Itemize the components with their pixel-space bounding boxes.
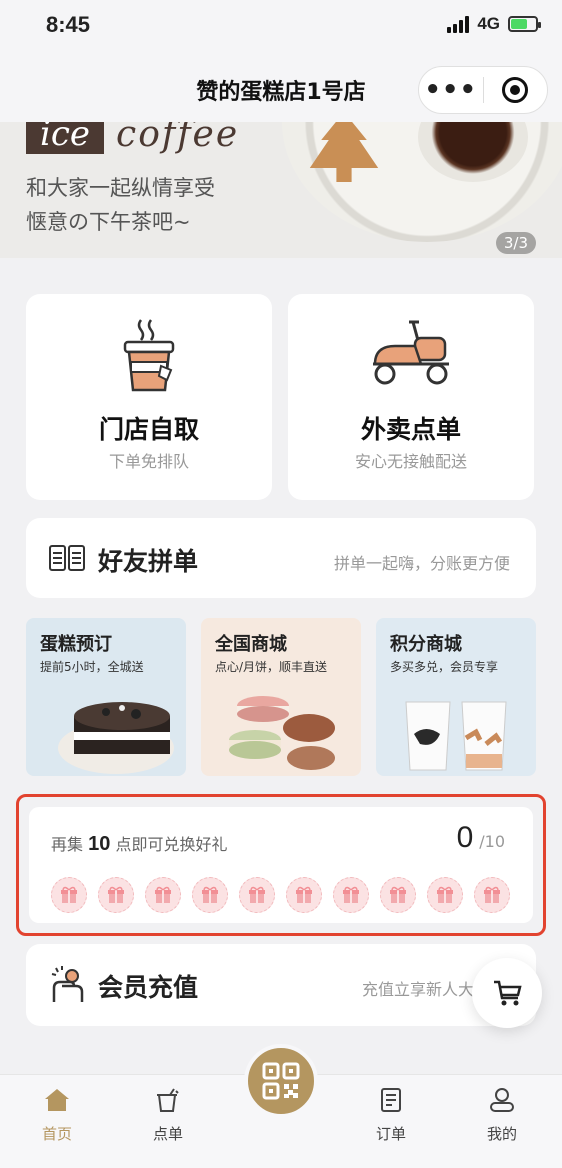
macarons-image xyxy=(229,696,335,770)
banner-brand-coffee: coffee xyxy=(116,122,240,155)
gift-slot xyxy=(239,877,275,913)
group-order-card[interactable]: 好友拼单 拼单一起嗨，分账更方便 xyxy=(26,518,536,598)
stamp-slots xyxy=(51,877,510,913)
cake-booking-subtitle: 提前5小时，全城送 xyxy=(40,660,144,674)
pickup-title: 门店自取 xyxy=(98,415,199,444)
points-hint-prefix: 再集 xyxy=(51,835,84,854)
points-current: 0 xyxy=(456,821,474,854)
cat-mugs-image xyxy=(405,701,507,771)
gift-icon xyxy=(108,886,124,903)
status-indicators: 4G xyxy=(447,14,541,34)
home-icon xyxy=(45,1089,69,1111)
banner-brand-ice: ice xyxy=(26,122,105,154)
tab-order[interactable]: 点单 xyxy=(133,1087,203,1144)
tab-orders[interactable]: 订单 xyxy=(356,1087,426,1144)
gift-icon xyxy=(390,886,406,903)
tab-home[interactable]: 首页 xyxy=(22,1087,92,1144)
cake-booking-title: 蛋糕预订 xyxy=(40,634,112,655)
gift-icon xyxy=(484,886,500,903)
points-hint-suffix: 点即可兑换好礼 xyxy=(115,835,228,854)
promo-banner[interactable]: ice coffee 和大家一起纵情享受 惬意の下午茶吧~ 3/3 xyxy=(0,122,562,258)
gift-icon xyxy=(61,886,77,903)
delivery-card[interactable]: 外卖点单 安心无接触配送 xyxy=(288,294,534,500)
group-order-desc: 拼单一起嗨，分账更方便 xyxy=(333,554,510,573)
gift-icon xyxy=(249,886,265,903)
close-miniprogram-button[interactable] xyxy=(484,77,548,103)
banner-line-2: 惬意の下午茶吧~ xyxy=(26,210,191,234)
gift-slot xyxy=(192,877,228,913)
tab-orders-label: 订单 xyxy=(375,1125,406,1143)
gift-slot xyxy=(474,877,510,913)
national-mall-title: 全国商城 xyxy=(215,634,287,655)
tab-order-label: 点单 xyxy=(152,1125,183,1143)
coffee-cup-icon xyxy=(121,316,177,398)
scooter-icon xyxy=(369,316,453,392)
scan-qr-button[interactable] xyxy=(244,1044,318,1118)
delivery-title: 外卖点单 xyxy=(360,415,461,444)
signal-icon xyxy=(447,15,470,33)
receipt-icon xyxy=(381,1088,401,1112)
more-options-icon[interactable]: ••• xyxy=(419,77,483,103)
national-mall-subtitle: 点心/月饼，顺丰直送 xyxy=(215,660,328,674)
delivery-subtitle: 安心无接触配送 xyxy=(354,452,467,471)
gift-slot xyxy=(333,877,369,913)
tab-profile[interactable]: 我的 xyxy=(467,1087,537,1144)
tab-profile-label: 我的 xyxy=(486,1125,517,1143)
network-type: 4G xyxy=(477,14,500,33)
cart-icon xyxy=(494,980,522,1006)
points-hint: 再集 10 点即可兑换好礼 xyxy=(51,831,227,856)
points-total: /10 xyxy=(479,832,505,851)
banner-pager: 3/3 xyxy=(495,232,536,254)
gift-icon xyxy=(155,886,171,903)
cake-booking-tile[interactable]: 蛋糕预订 提前5小时，全城送 xyxy=(26,618,186,776)
points-card[interactable]: 再集 10 点即可兑换好礼 0 /10 xyxy=(29,807,533,923)
points-highlight-frame: 再集 10 点即可兑换好礼 0 /10 xyxy=(16,794,546,936)
membership-card[interactable]: 会员充值 充值立享新人大 xyxy=(26,944,536,1026)
points-counter: 0 /10 xyxy=(457,821,505,855)
status-bar: 8:45 4G xyxy=(0,0,562,56)
floating-cart-button[interactable] xyxy=(472,958,542,1028)
navigation-bar: 赞的蛋糕店1号店 ••• xyxy=(0,56,562,122)
points-hint-number: 10 xyxy=(88,833,111,855)
gift-slot xyxy=(145,877,181,913)
banner-line-1: 和大家一起纵情享受 xyxy=(26,176,215,200)
membership-desc: 充值立享新人大 xyxy=(361,980,474,999)
national-mall-tile[interactable]: 全国商城 点心/月饼，顺丰直送 xyxy=(201,618,361,776)
gift-slot xyxy=(286,877,322,913)
target-icon xyxy=(502,77,529,103)
profile-icon xyxy=(490,1088,514,1112)
gift-icon xyxy=(437,886,453,903)
miniprogram-capsule: ••• xyxy=(418,66,548,114)
banner-brand: ice coffee xyxy=(26,122,239,155)
group-order-label: 好友拼单 xyxy=(98,547,199,576)
qr-code-icon xyxy=(262,1062,300,1100)
hand-coins-icon xyxy=(48,964,86,1008)
gift-slot xyxy=(98,877,134,913)
points-mall-tile[interactable]: 积分商城 多买多兑，会员专享 xyxy=(376,618,536,776)
battery-icon xyxy=(508,16,541,32)
cake-image xyxy=(58,702,174,774)
gift-slot xyxy=(380,877,416,913)
status-time: 8:45 xyxy=(46,12,91,37)
tab-home-label: 首页 xyxy=(41,1125,72,1143)
points-mall-title: 积分商城 xyxy=(390,634,462,655)
gift-slot xyxy=(427,877,463,913)
pickup-subtitle: 下单免排队 xyxy=(108,452,189,471)
gift-slot xyxy=(51,877,87,913)
points-mall-subtitle: 多买多兑，会员专享 xyxy=(390,660,499,674)
tickets-icon xyxy=(48,544,86,576)
gift-icon xyxy=(343,886,359,903)
pickup-card[interactable]: 门店自取 下单免排队 xyxy=(26,294,272,500)
membership-label: 会员充值 xyxy=(98,973,199,1002)
cup-icon xyxy=(157,1088,179,1112)
gift-icon xyxy=(296,886,312,903)
gift-icon xyxy=(202,886,218,903)
